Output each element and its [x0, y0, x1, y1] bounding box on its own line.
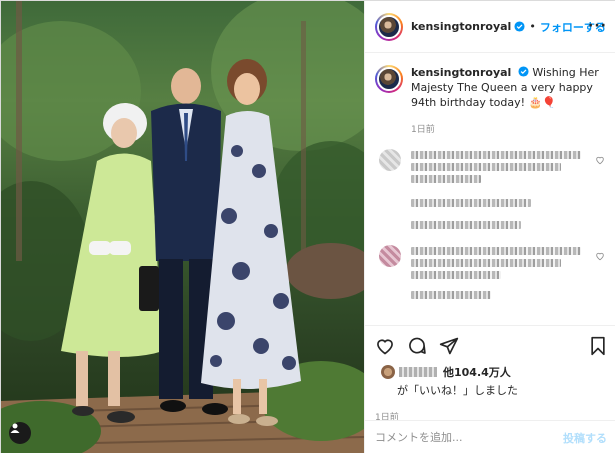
- comment-bubble-icon[interactable]: [407, 336, 427, 356]
- blurred-avatar: [379, 149, 401, 171]
- comment-heart-icon[interactable]: [595, 155, 605, 165]
- blurred-text: [411, 163, 561, 171]
- caption-username[interactable]: kensingtonroyal: [411, 66, 511, 79]
- bookmark-icon[interactable]: [589, 336, 607, 356]
- comment-box: 投稿する: [365, 420, 615, 453]
- heart-icon[interactable]: [375, 336, 395, 356]
- ellipsis-icon[interactable]: ···: [588, 18, 607, 34]
- verified-badge-icon: [514, 21, 525, 32]
- user-tag-icon[interactable]: [9, 422, 31, 444]
- blurred-text: [411, 175, 481, 183]
- separator-dot: •: [529, 20, 536, 33]
- blurred-text: [411, 271, 501, 279]
- caption-avatar[interactable]: [375, 65, 403, 93]
- blurred-text: [411, 247, 581, 255]
- blurred-comment: [375, 149, 607, 195]
- blurred-comment-meta: [375, 199, 607, 235]
- caption-timestamp: 1日前: [411, 125, 435, 135]
- photo-illustration: [1, 1, 364, 453]
- action-icon-row: [375, 334, 607, 358]
- caption-avatar-image: [377, 67, 401, 91]
- blurred-text: [411, 151, 581, 159]
- blurred-comment: [375, 245, 607, 305]
- paper-plane-icon[interactable]: [439, 336, 459, 356]
- avatar-image: [377, 14, 401, 39]
- blurred-text: [411, 199, 531, 207]
- likes-count[interactable]: 他104.4万人: [443, 364, 511, 380]
- comment-heart-icon[interactable]: [595, 251, 605, 261]
- blurred-text: [411, 221, 521, 229]
- comment-input[interactable]: [375, 431, 563, 444]
- post-photo[interactable]: [1, 1, 364, 453]
- blurred-liker-name: [399, 367, 437, 377]
- post-header: kensingtonroyal • フォローする ···: [365, 1, 615, 53]
- caption: kensingtonroyal Wishing Her Majesty The …: [375, 65, 607, 110]
- liker-avatar[interactable]: [381, 365, 395, 379]
- blurred-text: [411, 291, 491, 299]
- header-username[interactable]: kensingtonroyal: [411, 20, 511, 33]
- likes-suffix-text: が「いいね！」しました: [397, 384, 518, 397]
- blurred-avatar: [379, 245, 401, 267]
- post-comment-button[interactable]: 投稿する: [563, 430, 607, 446]
- blurred-text: [411, 259, 561, 267]
- post-side-panel: kensingtonroyal • フォローする ··· kensingtonr…: [364, 1, 615, 453]
- comments-section[interactable]: kensingtonroyal Wishing Her Majesty The …: [365, 53, 615, 325]
- likes-summary: 他104.4万人: [375, 364, 607, 380]
- verified-badge-icon: [518, 66, 529, 77]
- avatar[interactable]: [375, 12, 403, 41]
- caption-text-block: kensingtonroyal Wishing Her Majesty The …: [411, 65, 607, 110]
- instagram-post-window: kensingtonroyal • フォローする ··· kensingtonr…: [0, 0, 615, 453]
